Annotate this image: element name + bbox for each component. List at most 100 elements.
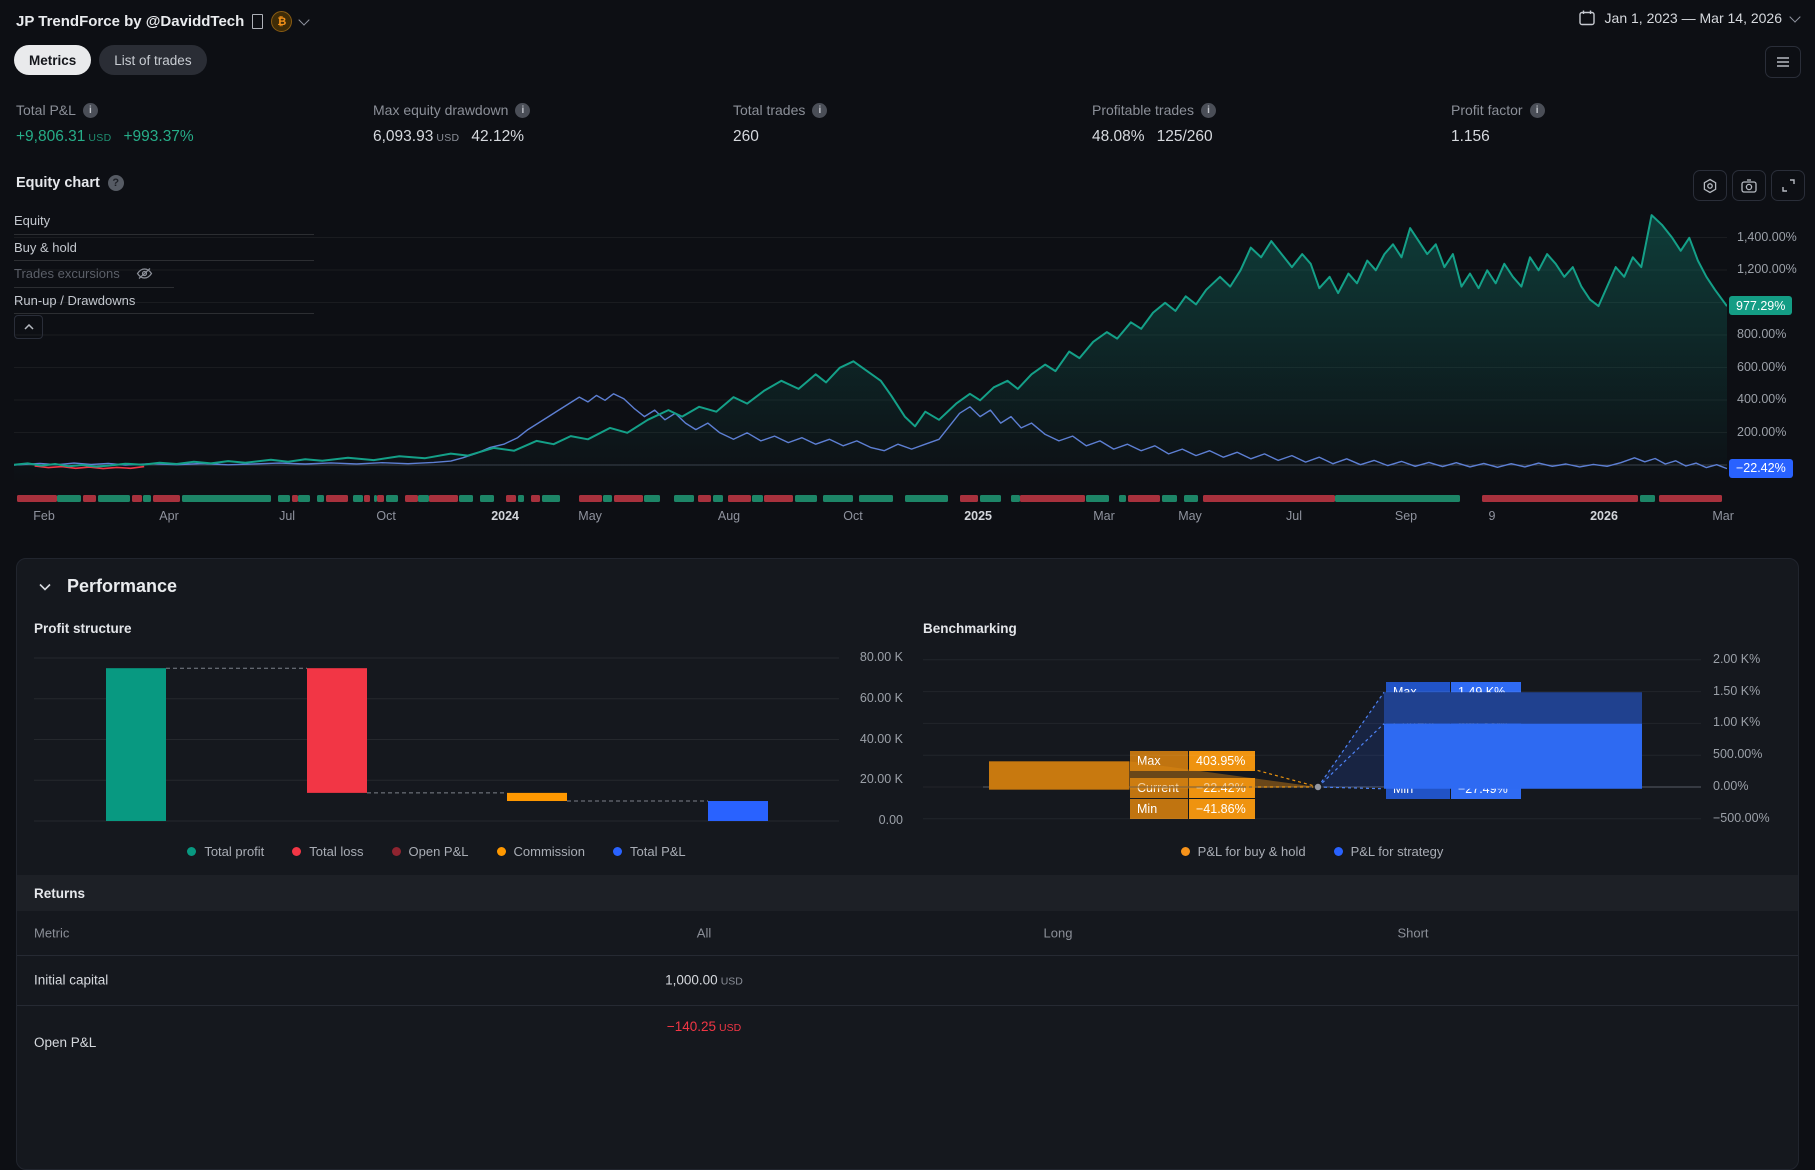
profit-structure-axis: 80.00 K 60.00 K 40.00 K 20.00 K 0.00 [843,650,905,841]
axis-label: 1,200.00% [1737,262,1797,276]
trade-marker-profit [277,495,290,502]
calendar-icon [1578,9,1596,27]
legend-collapse-button[interactable] [14,315,43,339]
metric-label: Profit factor [1451,102,1523,118]
performance-title: Performance [67,576,178,596]
date-range-text: Jan 1, 2023 — Mar 14, 2026 [1604,10,1782,26]
info-icon[interactable]: i [1529,102,1545,118]
trade-marker-profit [479,495,494,502]
trade-marker-profit [97,495,131,502]
chart-settings-button[interactable] [1693,170,1727,201]
buyhold-current-badge: −22.42% [1729,458,1793,478]
chevron-down-icon [39,583,51,591]
info-icon[interactable]: i [82,102,98,118]
metric-value: 48.08% 125/260 [1092,128,1213,145]
info-icon[interactable]: i [812,102,828,118]
trade-marker-profit [517,495,525,502]
legend-item: Commission [496,844,585,859]
axis-label: 200.00% [1737,424,1787,439]
trade-marker-profit [459,495,474,502]
info-icon[interactable]: i [1200,102,1216,118]
time-axis-label: 2024 [491,509,519,523]
trade-marker-profit [1334,495,1460,502]
time-axis-label: Mar [1712,509,1734,523]
tab-list-of-trades[interactable]: List of trades [99,45,207,75]
legend-item: Total profit [187,844,264,859]
trade-marker-loss [291,495,299,502]
equity-chart-legend: Equity Buy & hold Trades excursions Run-… [14,208,314,314]
axis-label: 500.00% [1713,747,1763,762]
time-axis-label: 9 [1488,509,1496,523]
trade-marker-loss [428,495,458,502]
equity-chart-time-axis[interactable]: Feb Apr Jul Oct 2024 May Aug Oct 2025 Mar May Jul Se… [14,509,1734,527]
trade-marker-profit [353,495,364,502]
legend-item-runup-drawdowns[interactable]: Run-up / Drawdowns [14,288,314,314]
metric-label: Total trades [733,102,806,118]
waterfall-bar [106,668,166,821]
trade-marker-loss [404,495,419,502]
trade-marker-loss [959,495,979,502]
chart-fullscreen-button[interactable] [1771,170,1805,201]
layout-menu-button[interactable] [1765,46,1801,78]
waterfall-bar [307,668,367,793]
table-row-initial-capital: Initial capital 1,000.00 USD [17,955,1798,1006]
axis-label: 800.00% [1737,327,1787,341]
trade-marker-profit [795,495,818,502]
trade-marker-profit [418,495,429,502]
axis-label: 2.00 K% [1713,651,1761,666]
col-long: Long [1043,925,1073,941]
legend-item: Total loss [292,844,364,859]
trade-marker-loss [1658,495,1722,502]
trade-marker-loss [1482,495,1638,502]
trade-marker-profit [56,495,81,502]
metric-label: Total P&L [16,102,76,118]
equity-chart-price-axis[interactable]: 977.29% −22.42% 1,400.00% 1,200.00% 800.00… [1727,205,1815,483]
legend-item-buy-hold[interactable]: Buy & hold [14,235,314,261]
axis-label: 0.00 [878,813,903,827]
trade-marker-loss [82,495,97,502]
trade-marker-profit [181,495,271,502]
metric-label: Profitable trades [1092,102,1194,118]
trade-marker-profit [980,495,1001,502]
info-icon[interactable]: i [515,102,531,118]
trade-marker-loss [363,495,371,502]
eye-off-icon[interactable] [136,267,153,280]
chart-screenshot-button[interactable] [1732,170,1766,201]
trade-duration-markers [14,495,1727,502]
trade-marker-profit [317,495,325,502]
trade-marker-loss [1202,495,1335,502]
trade-marker-profit [904,495,948,502]
help-icon[interactable]: ? [107,175,124,191]
metric-value: 6,093.93 USD 42.12% [373,128,524,145]
metric-total-pnl: Total P&L i +9,806.31 USD +993.37% [16,102,194,146]
trade-marker-profit [752,495,763,502]
time-axis-label: May [578,509,602,523]
performance-section-toggle[interactable]: Performance [39,576,177,597]
trade-marker-profit [1118,495,1126,502]
axis-label: 400.00% [1737,392,1787,406]
legend-item-trades-excursions[interactable]: Trades excursions [14,261,174,288]
time-axis-label: Jul [1286,509,1302,523]
trade-marker-loss [764,495,794,502]
tab-metrics[interactable]: Metrics [14,45,92,75]
equity-chart-title: Equity chart ? [16,175,124,191]
legend-item-equity[interactable]: Equity [14,208,314,235]
chevron-down-icon[interactable] [298,14,310,26]
trade-marker-profit [822,495,854,502]
trade-marker-loss [1127,495,1160,502]
axis-label: 0.00% [1713,779,1749,793]
time-axis-label: Sep [1394,509,1418,523]
legend-item: Open P&L [391,844,469,859]
metric-value: 1.156 [1451,128,1490,145]
axis-label: 80.00 K [859,650,903,665]
axis-label: 20.00 K [859,772,903,787]
time-axis-label: Apr [159,509,179,523]
gear-icon [1703,178,1717,193]
legend-item: P&L for buy & hold [1180,844,1306,859]
row-label: Initial capital [34,972,109,988]
legend-item: Total P&L [613,844,686,859]
date-range-picker[interactable]: Jan 1, 2023 — Mar 14, 2026 [1578,9,1801,27]
axis-label: 1.00 K% [1713,715,1761,730]
row-value: 1,000.00 USD [665,972,743,988]
time-axis-label: Jul [279,509,296,523]
